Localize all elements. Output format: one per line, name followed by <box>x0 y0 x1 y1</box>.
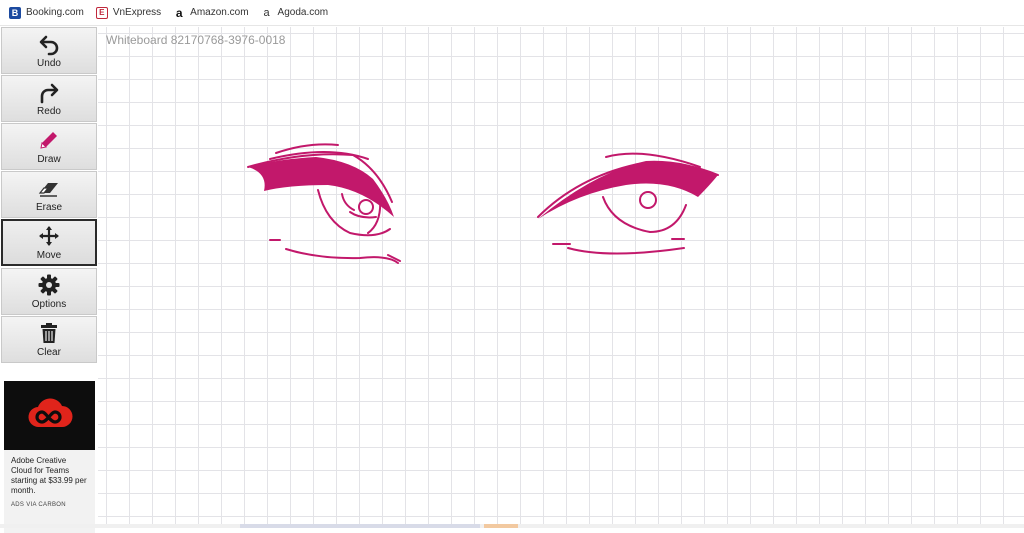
tool-label: Move <box>36 250 62 261</box>
trash-icon <box>41 323 57 343</box>
vnexpress-icon: E <box>95 6 108 19</box>
options-button[interactable]: Options <box>1 268 97 315</box>
right-eye-lower <box>602 196 687 233</box>
gear-icon <box>38 274 60 296</box>
undo-icon <box>39 35 59 56</box>
redo-button[interactable]: Redo <box>1 75 97 122</box>
right-eyeliner <box>538 160 718 219</box>
ad-image[interactable] <box>4 381 95 450</box>
ad-text[interactable]: Adobe Creative Cloud for Teams starting … <box>4 450 95 496</box>
tool-label: Draw <box>37 154 61 165</box>
tool-label: Clear <box>37 347 61 358</box>
eraser-icon <box>38 183 58 197</box>
creative-cloud-icon <box>27 397 73 427</box>
status-strip <box>0 524 1024 528</box>
move-icon <box>39 226 59 246</box>
tool-label: Erase <box>35 202 63 213</box>
erase-button[interactable]: Erase <box>1 171 97 218</box>
scrollbar-segment <box>240 524 480 528</box>
tool-label: Undo <box>37 58 61 69</box>
redo-icon <box>40 83 59 104</box>
pencil-icon <box>40 132 57 149</box>
bookmark-booking[interactable]: B Booking.com <box>9 6 84 19</box>
undo-button[interactable]: Undo <box>1 27 97 74</box>
bookmark-label: Agoda.com <box>277 7 329 18</box>
bookmark-vnexpress[interactable]: E VnExpress <box>95 6 162 19</box>
scrollbar-thumb[interactable] <box>484 524 518 528</box>
bookmark-label: VnExpress <box>112 7 162 18</box>
tool-label: Redo <box>37 106 61 117</box>
tool-label: Options <box>31 299 67 310</box>
whiteboard-canvas[interactable]: Whiteboard 82170768-3976-0018 <box>98 27 1024 524</box>
right-pupil <box>639 191 657 209</box>
tool-sidebar: Undo Redo Draw Erase Move Options Clear … <box>0 27 98 533</box>
bookmark-label: Booking.com <box>26 7 84 18</box>
eye-drawing <box>247 143 719 264</box>
agoda-icon: a <box>263 6 270 19</box>
bookmarks-bar: B Booking.com E VnExpress a Amazon.com a… <box>0 0 1024 26</box>
ad-via-label[interactable]: ADS VIA CARBON <box>4 496 95 508</box>
right-under-eye <box>567 247 685 255</box>
bookmark-agoda[interactable]: a Agoda.com <box>261 6 329 19</box>
clear-button[interactable]: Clear <box>1 316 97 363</box>
bookmark-amazon[interactable]: a Amazon.com <box>173 5 249 20</box>
move-button[interactable]: Move <box>1 219 97 266</box>
left-eye-inner <box>341 193 355 211</box>
bookmark-label: Amazon.com <box>190 7 249 18</box>
left-under-eye <box>285 248 399 264</box>
left-pupil <box>358 199 374 215</box>
booking-icon: B <box>9 6 21 19</box>
draw-button[interactable]: Draw <box>1 123 97 170</box>
amazon-icon: a <box>175 5 183 20</box>
carbon-ad[interactable]: Adobe Creative Cloud for Teams starting … <box>4 381 95 533</box>
